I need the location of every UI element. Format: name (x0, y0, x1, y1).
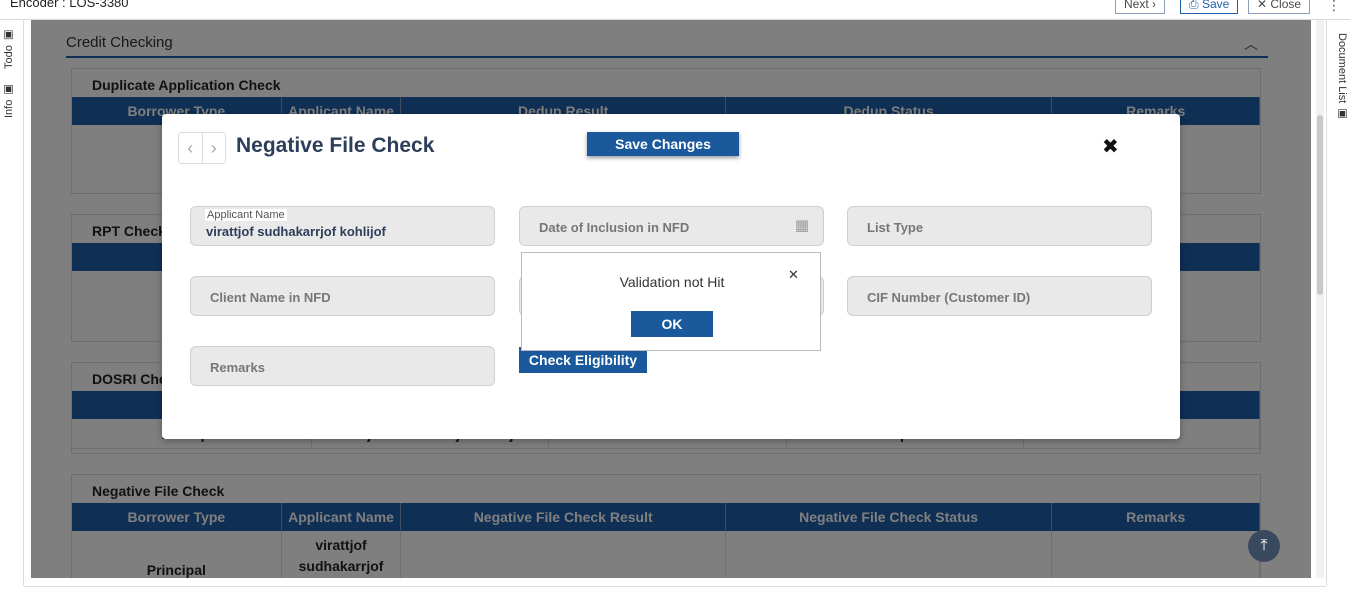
right-rail: Document List ▣ (1326, 20, 1350, 586)
date-inclusion-field[interactable]: Date of Inclusion in NFD ▦ (519, 206, 824, 246)
cif-number-field[interactable]: CIF Number (Customer ID) (847, 276, 1152, 316)
list-type-field[interactable]: List Type (847, 206, 1152, 246)
alert-close-icon[interactable]: ✕ (788, 267, 799, 283)
more-options-icon[interactable]: ⋮ (1327, 0, 1341, 14)
info-label: Info (3, 99, 15, 119)
info-tab[interactable]: Info ▣ (2, 78, 22, 124)
document-list-icon: ▣ (1336, 106, 1348, 120)
todo-label: Todo (3, 45, 15, 69)
record-nav: ‹ › (178, 132, 226, 164)
validation-alert: Validation not Hit ✕ OK (521, 252, 821, 351)
next-button[interactable]: Next › (1115, 0, 1166, 14)
save-changes-button[interactable]: Save Changes (587, 132, 739, 156)
chevron-right-icon[interactable]: › (203, 133, 226, 163)
todo-icon: ▣ (3, 29, 15, 43)
client-name-field[interactable]: Client Name in NFD (190, 276, 495, 316)
modal-title: Negative File Check (236, 134, 435, 157)
scrollbar[interactable] (1316, 20, 1324, 578)
top-bar: Encoder : LOS-3380 Next › ⎙ Save ✕ Close… (0, 0, 1350, 20)
bottom-divider (24, 586, 1326, 587)
date-inclusion-placeholder: Date of Inclusion in NFD (539, 220, 690, 235)
todo-tab[interactable]: Todo ▣ (2, 24, 22, 74)
calendar-icon[interactable]: ▦ (795, 216, 809, 234)
close-button[interactable]: ✕ Close (1248, 0, 1311, 14)
applicant-name-field[interactable]: Applicant Name virattjof sudhakarrjof ko… (190, 206, 495, 246)
save-icon: ⎙ (1189, 0, 1202, 11)
scroll-to-top-icon[interactable]: ⤒ (1248, 530, 1280, 562)
ok-button[interactable]: OK (631, 311, 713, 337)
remarks-field[interactable]: Remarks (190, 346, 495, 386)
left-rail: Todo ▣ Info ▣ (0, 20, 24, 586)
list-type-placeholder: List Type (867, 220, 924, 235)
remarks-placeholder: Remarks (210, 360, 265, 375)
save-button[interactable]: ⎙ Save (1180, 0, 1239, 14)
scrollbar-thumb[interactable] (1317, 115, 1323, 295)
cif-placeholder: CIF Number (Customer ID) (867, 290, 1031, 305)
chevron-left-icon[interactable]: ‹ (179, 133, 203, 163)
applicant-name-label: Applicant Name (205, 209, 287, 221)
info-icon: ▣ (3, 83, 15, 97)
document-list-label: Document List (1336, 32, 1348, 104)
encoder-title: Encoder : LOS-3380 (10, 0, 129, 10)
alert-message: Validation not Hit (619, 274, 725, 290)
save-label: Save (1201, 0, 1230, 11)
document-list-tab[interactable]: Document List ▣ (1329, 26, 1349, 126)
close-icon[interactable]: ✖ (1102, 134, 1119, 159)
client-name-placeholder: Client Name in NFD (210, 290, 331, 305)
applicant-name-value: virattjof sudhakarrjof kohlijof (206, 224, 386, 239)
